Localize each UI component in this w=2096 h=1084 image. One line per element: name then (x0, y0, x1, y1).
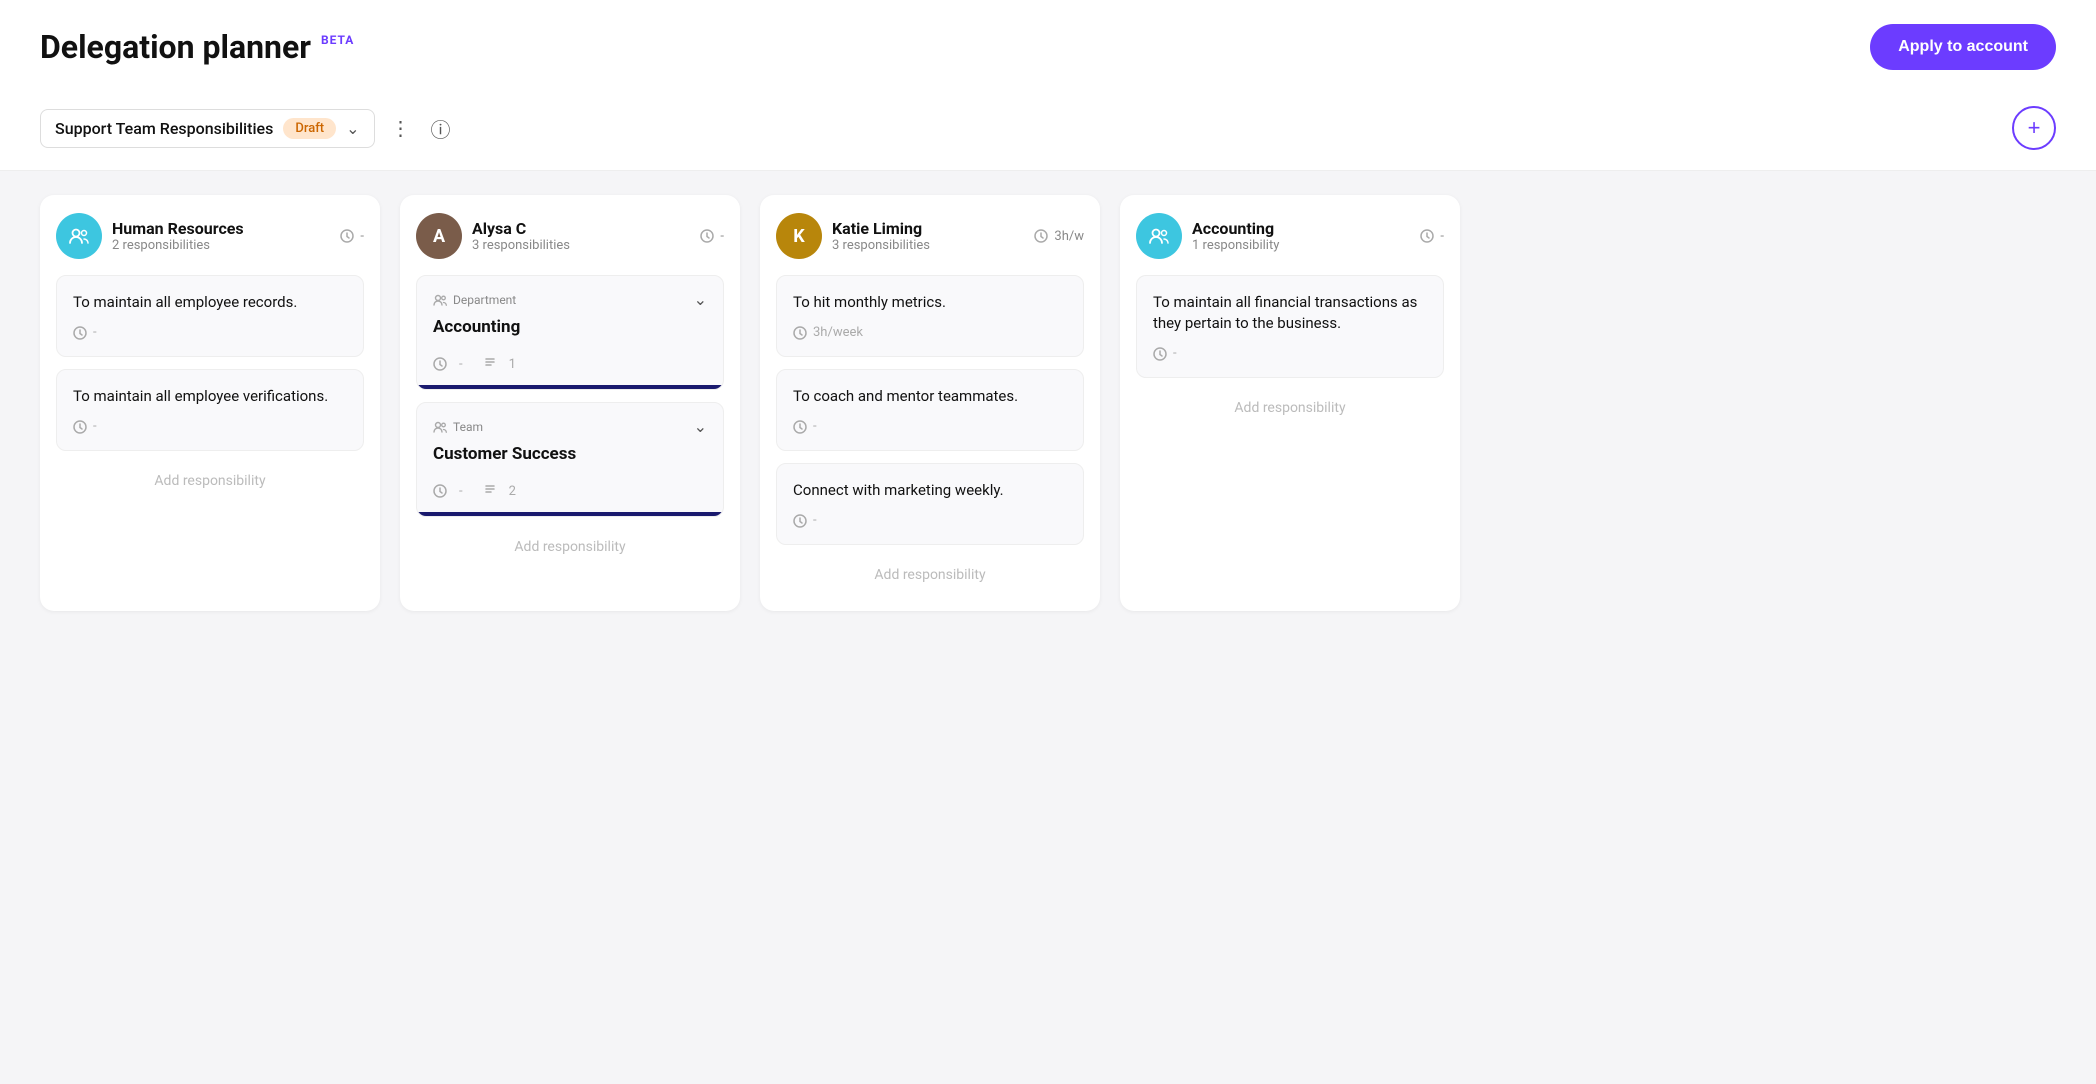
card-time: - (1173, 346, 1177, 361)
card-text: To maintain all financial transactions a… (1153, 292, 1427, 334)
card-meta: - (1153, 346, 1427, 361)
card-time: - (93, 419, 97, 434)
responsibility-card: To hit monthly metrics. 3h/week (776, 275, 1084, 357)
column-header-right: - (700, 229, 724, 244)
column-header: K Katie Liming3 responsibilities 3h/w (776, 213, 1084, 259)
group-card-footer: - 2 (417, 474, 723, 512)
column-header-right: 3h/w (1034, 229, 1084, 244)
avatar: A (416, 213, 462, 259)
toolbar: Support Team Responsibilities Draft ⌄ ⋮ … (0, 86, 2096, 171)
group-card: Team ⌄ Customer Success - 2 (416, 402, 724, 517)
avatar (1136, 213, 1182, 259)
info-button[interactable]: ⓘ (427, 110, 455, 147)
group-time: - (459, 484, 463, 499)
column-header-right: - (1420, 229, 1444, 244)
column-time: 3h/w (1054, 229, 1084, 244)
column-hr: Human Resources2 responsibilities -To ma… (40, 195, 380, 611)
toolbar-left: Support Team Responsibilities Draft ⌄ ⋮ … (40, 109, 455, 148)
group-card-footer: - 1 (417, 347, 723, 385)
column-header-left: Accounting1 responsibility (1136, 213, 1279, 259)
group-card-header: Department ⌄ (417, 276, 723, 317)
group-name: Customer Success (417, 444, 723, 474)
card-text: To maintain all employee records. (73, 292, 347, 313)
column-name: Alysa C (472, 219, 570, 238)
responsibility-card: To coach and mentor teammates. - (776, 369, 1084, 451)
avatar (56, 213, 102, 259)
responsibility-card: To maintain all employee records. - (56, 275, 364, 357)
card-time: - (93, 325, 97, 340)
group-bar (417, 385, 723, 389)
column-header: Human Resources2 responsibilities - (56, 213, 364, 259)
group-count: 1 (509, 357, 516, 372)
column-header-left: A Alysa C3 responsibilities (416, 213, 570, 259)
beta-badge: BETA (321, 33, 354, 47)
column-header: A Alysa C3 responsibilities - (416, 213, 724, 259)
group-type: Department (433, 293, 516, 307)
add-responsibility-button[interactable]: Add responsibility (776, 557, 1084, 593)
group-bar (417, 512, 723, 516)
add-responsibility-button[interactable]: Add responsibility (56, 463, 364, 499)
card-meta: - (73, 419, 347, 434)
card-time: 3h/week (813, 325, 863, 340)
plan-name: Support Team Responsibilities (55, 119, 273, 138)
card-time: - (813, 513, 817, 528)
column-header-right: - (340, 229, 364, 244)
add-responsibility-button[interactable]: Add responsibility (416, 529, 724, 565)
column-subtitle: 3 responsibilities (472, 238, 570, 253)
column-header: Accounting1 responsibility - (1136, 213, 1444, 259)
header-left: Delegation planner BETA (40, 28, 354, 66)
group-card: Department ⌄ Accounting - 1 (416, 275, 724, 390)
column-name: Katie Liming (832, 219, 930, 238)
card-time: - (813, 419, 817, 434)
chevron-down-icon[interactable]: ⌄ (694, 417, 707, 436)
group-type: Team (433, 420, 483, 434)
column-accounting: Accounting1 responsibility - To maintain … (1120, 195, 1460, 611)
draft-badge: Draft (283, 118, 336, 139)
board: Human Resources2 responsibilities -To ma… (0, 171, 2096, 635)
add-column-button[interactable]: + (2012, 106, 2056, 150)
card-meta: - (73, 325, 347, 340)
column-subtitle: 3 responsibilities (832, 238, 930, 253)
column-name: Accounting (1192, 219, 1279, 238)
group-count: 2 (509, 484, 516, 499)
more-options-button[interactable]: ⋮ (387, 112, 415, 145)
card-meta: - (793, 419, 1067, 434)
card-text: To maintain all employee verifications. (73, 386, 347, 407)
column-subtitle: 2 responsibilities (112, 238, 244, 253)
card-text: Connect with marketing weekly. (793, 480, 1067, 501)
card-meta: - (793, 513, 1067, 528)
column-time: - (1440, 229, 1444, 244)
column-alysa: A Alysa C3 responsibilities - Department ⌄… (400, 195, 740, 611)
add-responsibility-button[interactable]: Add responsibility (1136, 390, 1444, 426)
column-header-left: K Katie Liming3 responsibilities (776, 213, 930, 259)
column-subtitle: 1 responsibility (1192, 238, 1279, 253)
card-meta: 3h/week (793, 325, 1067, 340)
column-name: Human Resources (112, 219, 244, 238)
card-text: To coach and mentor teammates. (793, 386, 1067, 407)
group-card-header: Team ⌄ (417, 403, 723, 444)
page-header: Delegation planner BETA Apply to account (0, 0, 2096, 86)
card-text: To hit monthly metrics. (793, 292, 1067, 313)
group-type-label: Department (453, 293, 516, 307)
plan-selector[interactable]: Support Team Responsibilities Draft ⌄ (40, 109, 375, 148)
avatar: K (776, 213, 822, 259)
column-time: - (720, 229, 724, 244)
responsibility-card: Connect with marketing weekly. - (776, 463, 1084, 545)
column-header-left: Human Resources2 responsibilities (56, 213, 244, 259)
apply-to-account-button[interactable]: Apply to account (1870, 24, 2056, 70)
group-name: Accounting (417, 317, 723, 347)
responsibility-card: To maintain all employee verifications. … (56, 369, 364, 451)
column-katie: K Katie Liming3 responsibilities 3h/w To h… (760, 195, 1100, 611)
group-time: - (459, 357, 463, 372)
chevron-down-icon: ⌄ (346, 119, 359, 138)
column-time: - (360, 229, 364, 244)
responsibility-card: To maintain all financial transactions a… (1136, 275, 1444, 378)
group-type-label: Team (453, 420, 483, 434)
page-title: Delegation planner (40, 28, 311, 66)
chevron-down-icon[interactable]: ⌄ (694, 290, 707, 309)
